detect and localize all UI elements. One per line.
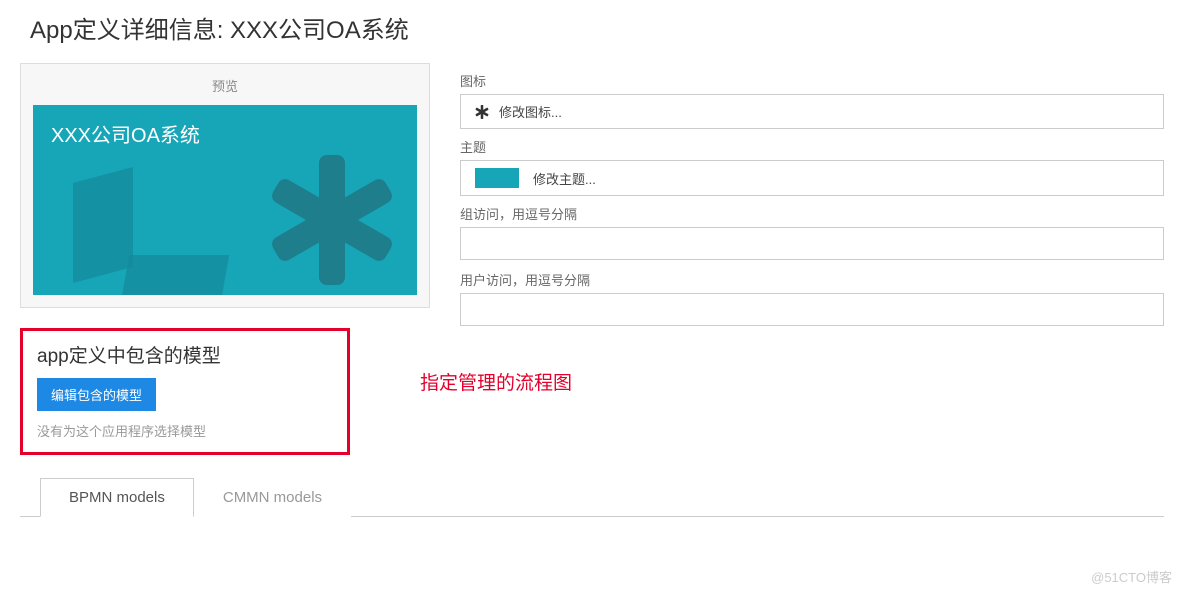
preview-card: XXX公司OA系统 [33,105,417,295]
change-theme-button[interactable]: 修改主题... [460,160,1164,196]
change-theme-text: 修改主题... [533,169,596,188]
user-access-input[interactable] [460,293,1164,326]
group-access-input[interactable] [460,227,1164,260]
preview-decoration [117,255,229,295]
change-icon-button[interactable]: 修改图标... [460,94,1164,129]
models-heading: app定义中包含的模型 [37,341,333,368]
annotation-label: 指定管理的流程图 [420,368,572,395]
change-icon-text: 修改图标... [499,102,562,121]
tab-bpmn[interactable]: BPMN models [40,478,194,517]
group-access-label: 组访问，用逗号分隔 [460,204,1164,223]
page-title: App定义详细信息: XXX公司OA系统 [20,10,1164,45]
theme-color-swatch [475,168,519,188]
edit-models-button[interactable]: 编辑包含的模型 [37,378,156,411]
preview-panel: 预览 XXX公司OA系统 [20,63,430,308]
asterisk-icon [267,155,397,285]
icon-field-label: 图标 [460,71,1164,90]
preview-card-title: XXX公司OA系统 [51,119,399,148]
tab-cmmn[interactable]: CMMN models [194,478,351,517]
models-highlight-box: app定义中包含的模型 编辑包含的模型 没有为这个应用程序选择模型 [20,328,350,455]
preview-label: 预览 [33,76,417,95]
watermark: @51CTO博客 [1091,567,1172,586]
user-access-label: 用户访问，用逗号分隔 [460,270,1164,289]
asterisk-icon [475,105,489,119]
preview-decoration [73,167,133,283]
theme-field-label: 主题 [460,137,1164,156]
no-models-text: 没有为这个应用程序选择模型 [37,421,333,440]
tabs-row: BPMN models CMMN models [20,477,1164,517]
